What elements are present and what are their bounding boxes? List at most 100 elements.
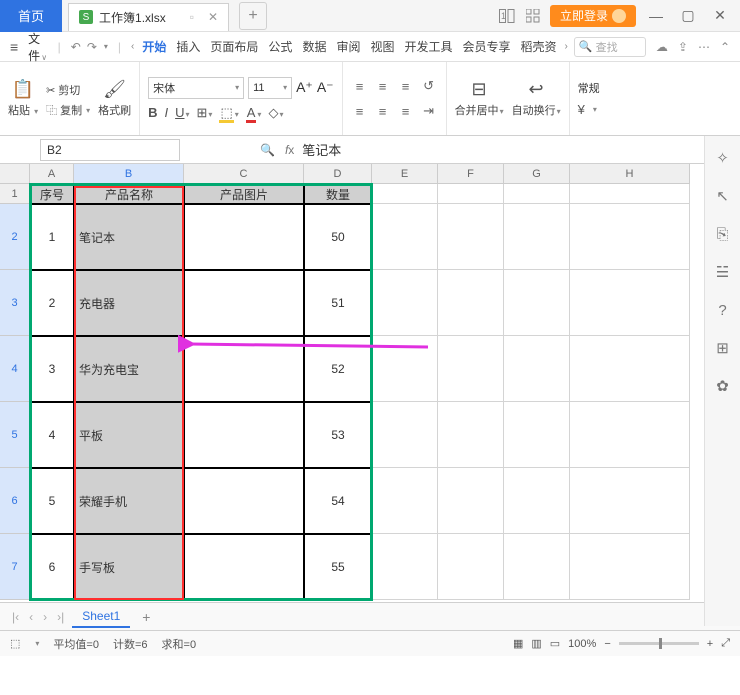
menu-tab-view[interactable]: 视图: [368, 38, 396, 55]
menu-tab-pagelayout[interactable]: 页面布局: [208, 38, 260, 55]
cell-G1[interactable]: [504, 184, 570, 204]
menu-scroll-right[interactable]: ›: [565, 41, 568, 52]
cell-F3[interactable]: [438, 270, 504, 336]
cell-H7[interactable]: [570, 534, 690, 600]
cell-B2[interactable]: 笔记本: [74, 204, 184, 270]
formatpainter-button[interactable]: 🖌 格式刷: [98, 79, 131, 118]
decrease-font-icon[interactable]: A⁻: [317, 79, 334, 96]
fx-search-icon[interactable]: 🔍: [260, 143, 275, 157]
cell-E7[interactable]: [372, 534, 438, 600]
sheet-nav-prev[interactable]: ‹: [27, 610, 35, 624]
window-close[interactable]: ✕: [708, 4, 732, 28]
sheet-nav-next[interactable]: ›: [41, 610, 49, 624]
fx-icon[interactable]: fx: [285, 143, 294, 157]
align-middle-icon[interactable]: ≡: [379, 79, 387, 94]
cell-D1[interactable]: 数量: [304, 184, 372, 204]
row-header-2[interactable]: 2: [0, 204, 30, 270]
cell-C5[interactable]: [184, 402, 304, 468]
row-header-5[interactable]: 5: [0, 402, 30, 468]
cut-button[interactable]: ✂剪切: [46, 82, 90, 98]
view-reading-icon[interactable]: ▭: [550, 637, 560, 650]
font-color-button[interactable]: A▾: [246, 105, 262, 120]
border-button[interactable]: ⊞▾: [197, 105, 213, 121]
menu-tab-daoker[interactable]: 稻壳资: [519, 38, 559, 55]
cell-D2[interactable]: 50: [304, 204, 372, 270]
cell-F4[interactable]: [438, 336, 504, 402]
cell-F5[interactable]: [438, 402, 504, 468]
cell-E1[interactable]: [372, 184, 438, 204]
cell-G3[interactable]: [504, 270, 570, 336]
cell-C4[interactable]: [184, 336, 304, 402]
menu-scroll-left[interactable]: ‹: [131, 41, 134, 52]
col-header-H[interactable]: H: [570, 164, 690, 184]
zoom-out-button[interactable]: −: [604, 638, 610, 650]
status-settings-icon[interactable]: ⬚: [10, 637, 20, 650]
indent-icon[interactable]: ⇥: [423, 103, 434, 119]
tab-home[interactable]: 首页: [0, 0, 62, 32]
sidebar-clipboard-icon[interactable]: ⎘: [713, 224, 733, 244]
search-input[interactable]: 🔍 查找: [574, 37, 646, 57]
sidebar-help-icon[interactable]: ?: [713, 300, 733, 320]
login-button[interactable]: 立即登录: [550, 5, 636, 27]
menu-tab-data[interactable]: 数据: [300, 38, 328, 55]
cell-A7[interactable]: 6: [30, 534, 74, 600]
fullscreen-icon[interactable]: ⤢: [721, 637, 730, 650]
apps-icon[interactable]: [524, 7, 542, 25]
copy-button[interactable]: ⿻复制▾: [46, 102, 90, 118]
cell-G2[interactable]: [504, 204, 570, 270]
col-header-D[interactable]: D: [304, 164, 372, 184]
cloud-icon[interactable]: ☁: [656, 40, 668, 54]
window-minimize[interactable]: —: [644, 4, 668, 28]
wrap-button[interactable]: ↩ 自动换行▾: [512, 79, 561, 118]
merge-button[interactable]: ⊟ 合并居中▾: [455, 79, 504, 118]
redo-icon[interactable]: ↷: [87, 40, 97, 54]
sidebar-select-icon[interactable]: ↖: [713, 186, 733, 206]
col-header-B[interactable]: B: [74, 164, 184, 184]
cell-E6[interactable]: [372, 468, 438, 534]
spreadsheet-grid[interactable]: ABCDEFGH 1234567 序号产品名称产品图片数量1笔记本502充电器5…: [0, 164, 740, 602]
cell-C2[interactable]: [184, 204, 304, 270]
currency-button[interactable]: ¥: [578, 102, 585, 117]
cell-B7[interactable]: 手写板: [74, 534, 184, 600]
cell-B3[interactable]: 充电器: [74, 270, 184, 336]
cell-D5[interactable]: 53: [304, 402, 372, 468]
tab-menu-icon[interactable]: ▫: [190, 10, 194, 24]
cell-F1[interactable]: [438, 184, 504, 204]
cell-E4[interactable]: [372, 336, 438, 402]
zoom-in-button[interactable]: +: [707, 638, 713, 650]
new-tab-button[interactable]: +: [239, 2, 267, 30]
cell-A4[interactable]: 3: [30, 336, 74, 402]
cell-G6[interactable]: [504, 468, 570, 534]
sheet-nav-first[interactable]: |‹: [10, 610, 21, 624]
sidebar-assistant-icon[interactable]: ✧: [713, 148, 733, 168]
menu-tab-member[interactable]: 会员专享: [461, 38, 513, 55]
paste-button[interactable]: 📋 粘贴 ▾: [8, 79, 38, 118]
cell-D4[interactable]: 52: [304, 336, 372, 402]
sidebar-property-icon[interactable]: ☱: [713, 262, 733, 282]
share-icon[interactable]: ⇪: [678, 40, 688, 54]
cell-F6[interactable]: [438, 468, 504, 534]
sidebar-template-icon[interactable]: ⊞: [713, 338, 733, 358]
view-pagebreak-icon[interactable]: ▥: [531, 637, 541, 650]
menu-tab-formula[interactable]: 公式: [266, 38, 294, 55]
formula-input[interactable]: 笔记本: [294, 140, 740, 159]
fontsize-select[interactable]: 11▾: [248, 77, 292, 99]
col-header-C[interactable]: C: [184, 164, 304, 184]
cell-B4[interactable]: 华为充电宝: [74, 336, 184, 402]
cell-D6[interactable]: 54: [304, 468, 372, 534]
row-header-3[interactable]: 3: [0, 270, 30, 336]
align-center-icon[interactable]: ≡: [379, 104, 387, 119]
zoom-slider[interactable]: [619, 642, 699, 645]
italic-button[interactable]: I: [164, 105, 168, 120]
col-header-G[interactable]: G: [504, 164, 570, 184]
hamburger-icon[interactable]: ≡: [10, 39, 18, 55]
cell-C3[interactable]: [184, 270, 304, 336]
cell-H1[interactable]: [570, 184, 690, 204]
cell-H2[interactable]: [570, 204, 690, 270]
cell-E5[interactable]: [372, 402, 438, 468]
increase-font-icon[interactable]: A⁺: [296, 79, 313, 96]
fill-color-button[interactable]: ⬚▾: [219, 105, 238, 121]
bold-button[interactable]: B: [148, 105, 157, 120]
row-header-4[interactable]: 4: [0, 336, 30, 402]
font-select[interactable]: 宋体▾: [148, 77, 244, 99]
